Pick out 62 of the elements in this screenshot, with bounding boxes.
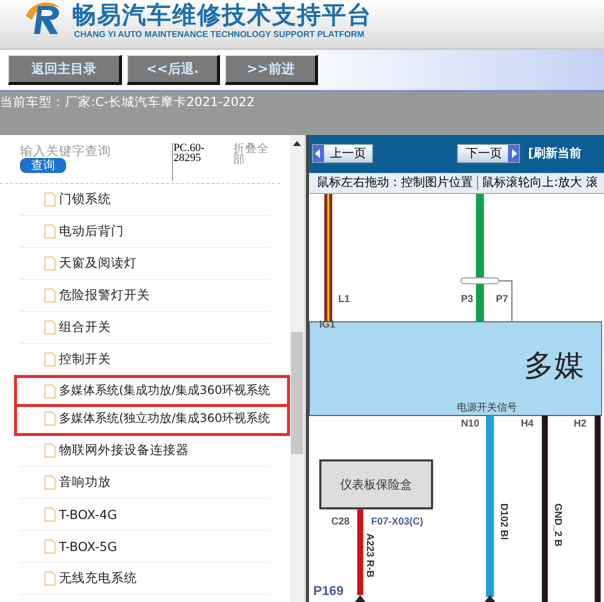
- wire-label: D102 Bl: [498, 503, 509, 540]
- pin-label: P169: [313, 583, 344, 598]
- tree-item[interactable]: 危险报警灯开关: [20, 280, 270, 312]
- tree-item[interactable]: 门锁系统: [20, 184, 270, 216]
- pin-label: P3: [461, 294, 474, 305]
- connector-symbol: [482, 595, 497, 602]
- document-icon: [44, 571, 56, 586]
- platform-title: 畅易汽车维修技术支持平台: [72, 1, 372, 29]
- document-icon: [44, 384, 56, 398]
- document-icon: [44, 411, 56, 426]
- document-icon: [44, 256, 56, 271]
- highlighted-tree-item[interactable]: 多媒体系统(独立功放/集成360环视系统: [14, 404, 290, 436]
- wire-label: A223 R-B: [364, 533, 376, 578]
- pin-label: F07-X03(C): [371, 516, 424, 528]
- document-icon: [44, 539, 56, 554]
- platform-subtitle: CHANG YI AUTO MAINTENANCE TECHNOLOGY SUPPORT PLATFORM: [74, 29, 366, 39]
- pin-label: N10: [461, 418, 480, 430]
- hint-text: 滚: [586, 174, 598, 192]
- tree-item[interactable]: T-BOX-4G: [20, 499, 270, 531]
- pin-label: C28: [331, 516, 350, 528]
- hint-text: 鼠标滚轮向上:放大: [482, 174, 582, 192]
- signal-label: 电源开关信号: [457, 402, 517, 414]
- tree-item[interactable]: 电动后背门: [20, 216, 270, 248]
- document-icon: [44, 475, 56, 490]
- pin-label: H2: [574, 418, 586, 430]
- tree-item[interactable]: 控制开关: [20, 344, 270, 376]
- next-page-button[interactable]: 下一页: [457, 144, 520, 164]
- document-icon: [44, 288, 56, 303]
- pin-label: L1: [338, 294, 350, 305]
- pin-label: P7: [496, 294, 508, 305]
- previous-page-button[interactable]: 上一页: [312, 144, 373, 164]
- tree-item[interactable]: 天窗及阅读灯: [20, 248, 270, 280]
- refresh-page-link[interactable]: [刷新当前: [528, 145, 582, 162]
- keyword-search-field[interactable]: 输入关键字查询: [20, 143, 160, 158]
- document-icon: [44, 320, 56, 335]
- connector-symbol: [353, 595, 368, 602]
- module-title: 多媒: [524, 348, 584, 384]
- fuse-symbol: [460, 277, 500, 284]
- document-icon: [44, 352, 56, 367]
- scroll-up-icon[interactable]: [293, 141, 301, 146]
- tree-item[interactable]: 组合开关: [20, 312, 270, 344]
- wire-label: GND_2 B: [552, 503, 563, 546]
- fuse-box-label: 仪表板保险盒: [340, 477, 412, 492]
- scrollbar[interactable]: [290, 135, 306, 602]
- document-icon: [44, 192, 56, 207]
- tree-item[interactable]: 音响功放: [20, 467, 270, 499]
- highlighted-tree-item[interactable]: 多媒体系统(集成功放/集成360环视系统: [14, 375, 290, 407]
- document-icon: [44, 443, 56, 458]
- tree-item[interactable]: 物联网外接设备连接器: [20, 435, 270, 467]
- tree-item[interactable]: 无线充电系统: [20, 563, 270, 595]
- document-icon: [44, 507, 56, 522]
- document-icon: [44, 224, 56, 239]
- wire: [498, 280, 512, 322]
- car-model-label: 当前车型：: [0, 94, 65, 111]
- hint-text: 鼠标左右拖动：控制图片位置: [317, 174, 473, 192]
- pin-label: H4: [520, 418, 534, 430]
- pin-label: IG1: [319, 320, 336, 331]
- search-button[interactable]: 查询: [20, 158, 66, 173]
- scroll-thumb[interactable]: [291, 332, 303, 454]
- car-model-value: 厂家:C-长城汽车摩卡2021-2022: [65, 94, 255, 111]
- tree-item[interactable]: T-BOX-5G: [20, 531, 270, 563]
- code-text: PC.60-28295: [172, 143, 219, 181]
